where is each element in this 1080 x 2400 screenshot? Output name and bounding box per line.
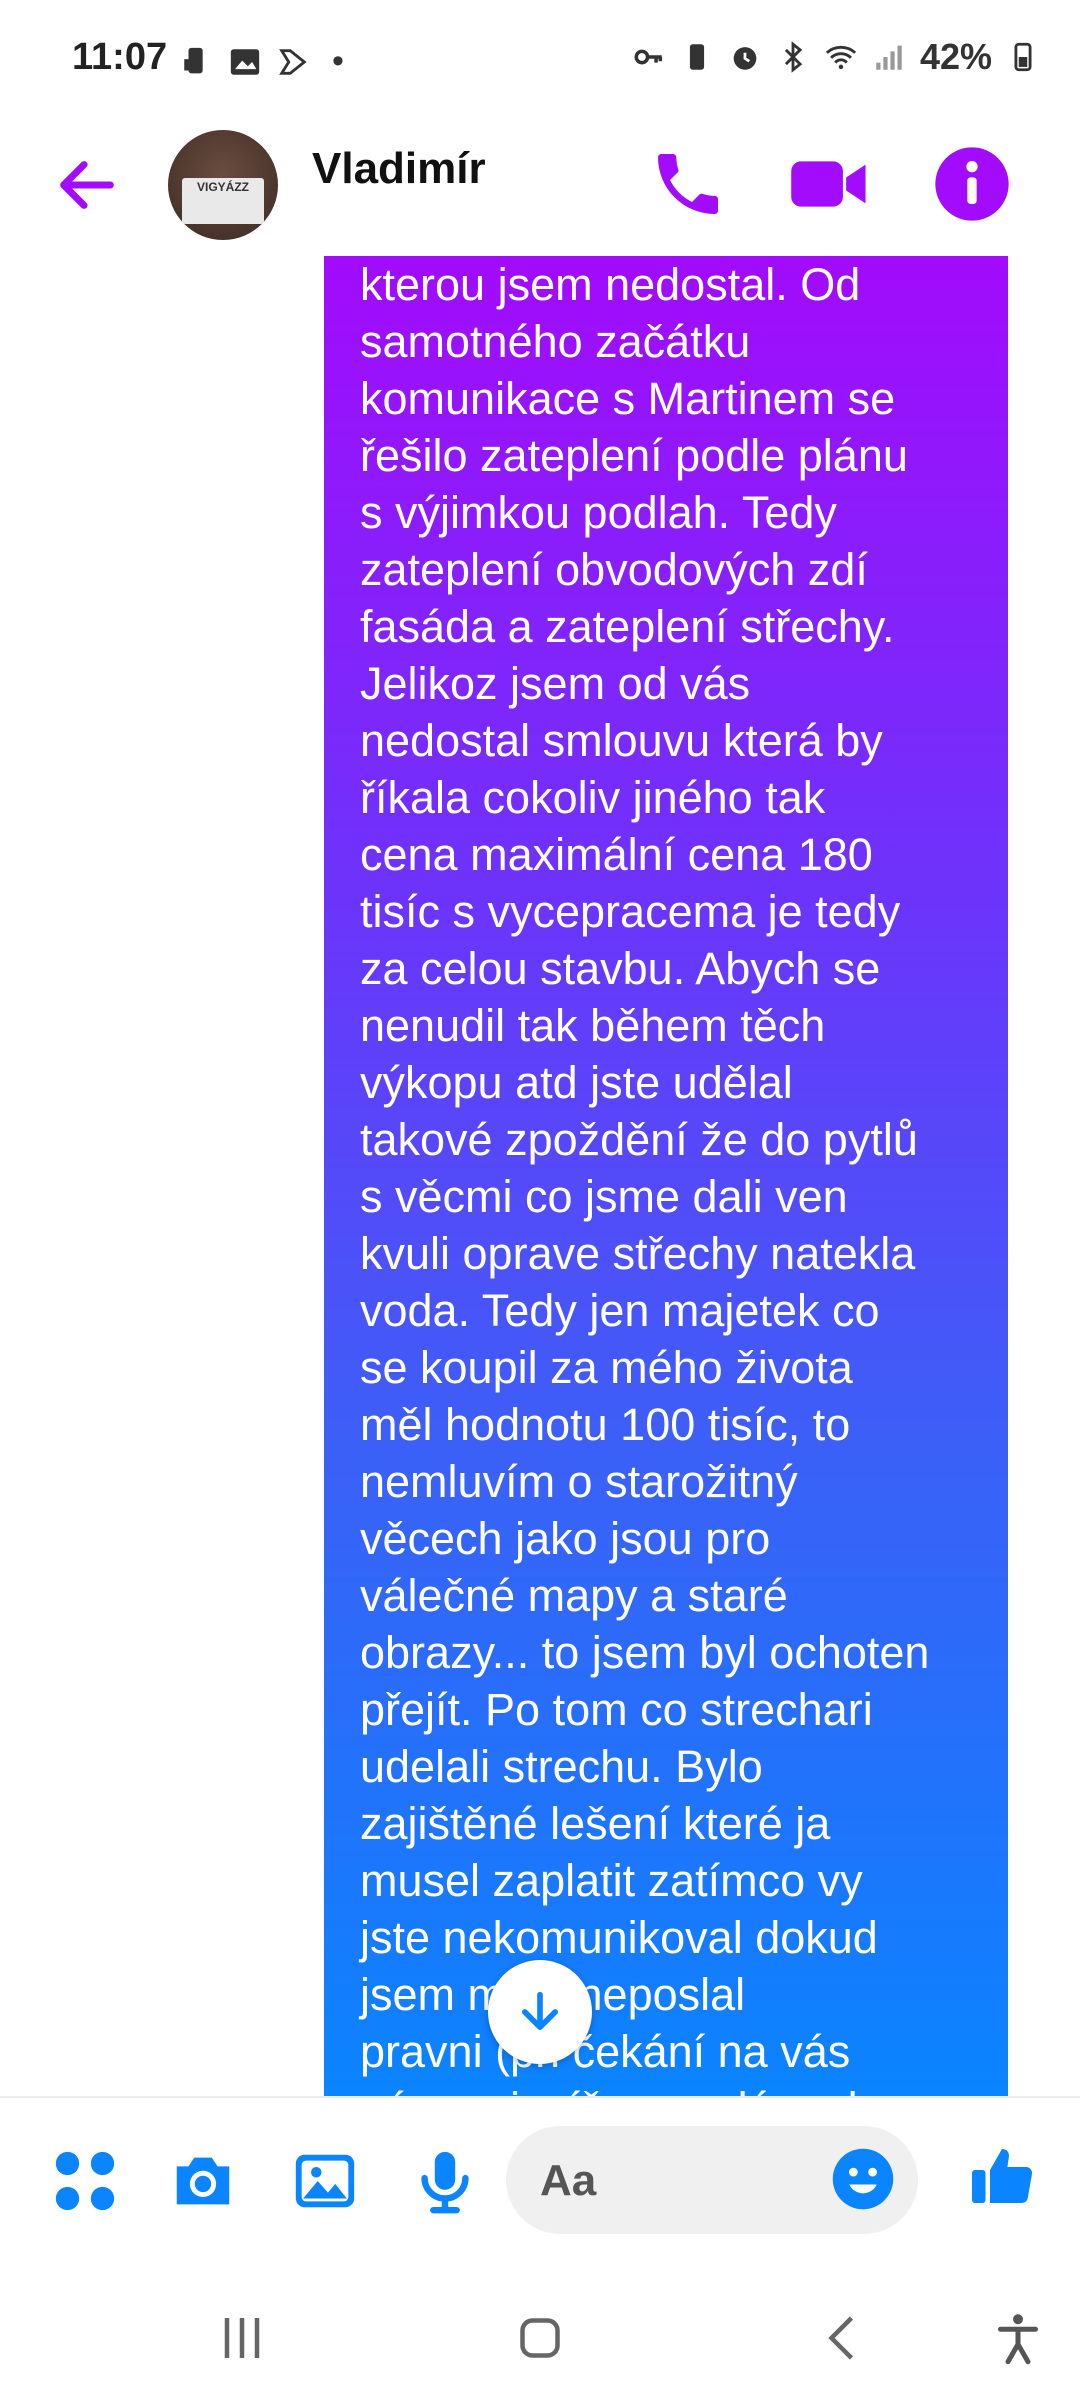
four-dots-icon[interactable] (50, 2146, 120, 2216)
message-text: kterou jsem nedostal. Od samotného začát… (360, 259, 930, 2096)
message-input[interactable]: Aa (506, 2126, 918, 2234)
avatar[interactable]: VIGYÁZZ (168, 130, 278, 240)
status-bar: 11:07 • 42% (0, 0, 1080, 120)
message-composer: Aa (0, 2096, 1080, 2270)
status-time: 11:07 (72, 36, 168, 78)
accessibility-icon[interactable] (988, 2308, 1048, 2368)
home-icon[interactable] (510, 2308, 570, 2368)
message-bubble[interactable]: kterou jsem nedostal. Od samotného začát… (324, 256, 1008, 2096)
battery-saver-icon (689, 44, 705, 70)
thumbs-up-icon[interactable] (966, 2140, 1038, 2212)
signal-icon (876, 45, 902, 70)
arrow-down-icon (522, 1991, 558, 2030)
video-camera-icon[interactable] (788, 144, 872, 224)
status-notification-icons: • (180, 42, 344, 81)
key-icon (634, 49, 663, 65)
status-dot: • (332, 42, 344, 80)
contact-name[interactable]: Vladimír (312, 144, 486, 194)
gallery-notification-icon (230, 48, 260, 75)
microphone-icon[interactable] (410, 2146, 480, 2216)
status-system-icons: 42% (632, 36, 1040, 78)
battery-percent: 42% (919, 36, 992, 77)
image-icon[interactable] (290, 2146, 360, 2216)
alarm-icon (733, 47, 757, 70)
app-notification-icon (279, 48, 307, 75)
bluetooth-icon (784, 41, 803, 73)
back-icon[interactable] (814, 2308, 874, 2368)
message-list[interactable]: kterou jsem nedostal. Od samotného začát… (0, 256, 1080, 2096)
scroll-to-bottom-button[interactable] (488, 1960, 592, 2064)
battery-icon (1014, 42, 1032, 72)
wifi-icon (825, 45, 857, 70)
avatar-sign-text: VIGYÁZZ (196, 180, 249, 194)
emoji-icon[interactable] (830, 2146, 896, 2212)
message-input-placeholder: Aa (540, 2156, 597, 2205)
arrow-left-icon[interactable] (52, 150, 122, 220)
recent-apps-icon[interactable] (212, 2308, 272, 2368)
system-navigation-bar (0, 2268, 1080, 2400)
camera-icon[interactable] (168, 2146, 238, 2216)
phone-icon[interactable] (648, 144, 728, 224)
chat-header: VIGYÁZZ Vladimír (0, 120, 1080, 258)
phone-settings-icon (184, 47, 203, 73)
info-icon[interactable] (932, 144, 1012, 224)
